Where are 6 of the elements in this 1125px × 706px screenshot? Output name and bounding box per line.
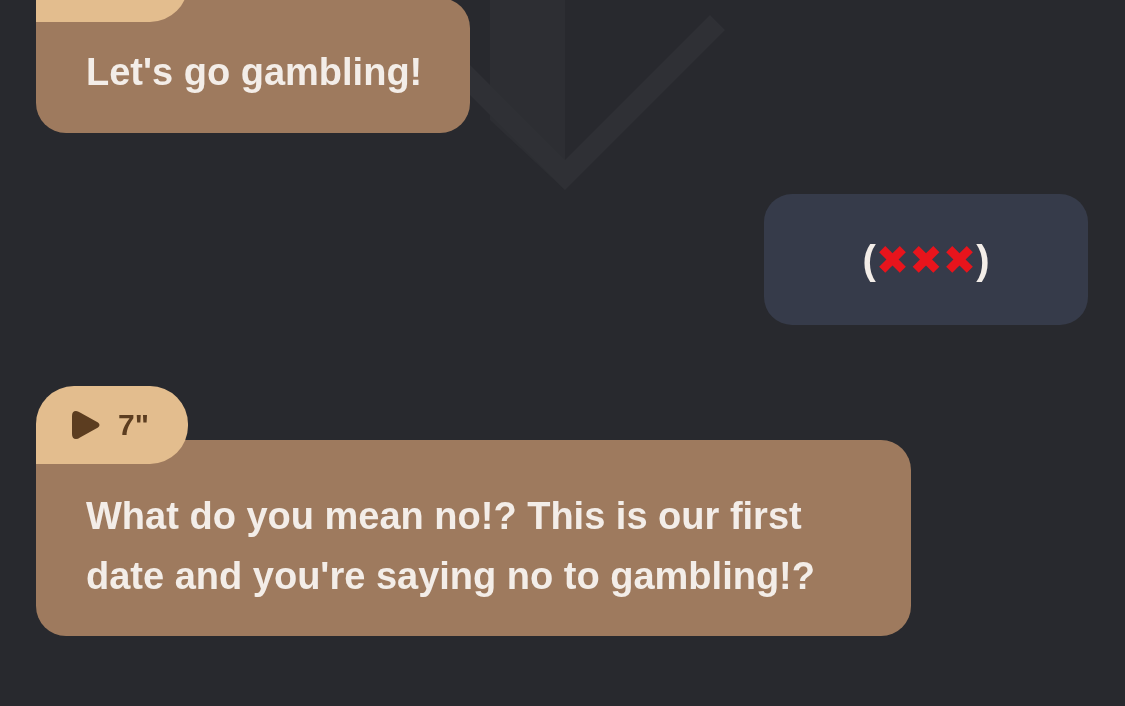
voice-message-tab[interactable]: 7" xyxy=(36,386,188,464)
message-bubble: Let's go gambling! xyxy=(36,0,471,133)
voice-duration: 7" xyxy=(118,408,149,442)
message-bubble: What do you mean no!? This is our first date and you're saying no to gambling!? xyxy=(36,440,911,636)
message-bubble: (✖✖✖) xyxy=(764,194,1088,325)
play-icon[interactable] xyxy=(70,408,102,442)
